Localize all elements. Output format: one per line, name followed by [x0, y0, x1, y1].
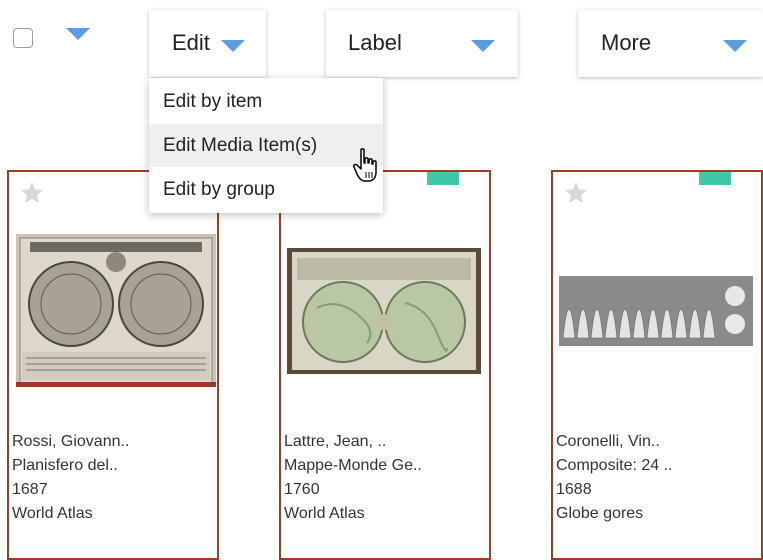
card-type: Globe gores: [556, 505, 644, 522]
select-menu-caret-icon[interactable]: [66, 28, 90, 40]
star-icon[interactable]: [19, 180, 45, 206]
map-thumbnail[interactable]: [16, 234, 216, 387]
more-button[interactable]: More: [578, 10, 763, 77]
status-tag: [427, 172, 459, 185]
label-button[interactable]: Label: [326, 10, 518, 77]
status-tag: [699, 172, 731, 185]
card-date: 1687: [12, 481, 48, 498]
card-date: 1760: [284, 481, 320, 498]
card-type: World Atlas: [12, 505, 93, 522]
edit-dropdown-menu: Edit by item Edit Media Item(s) Edit by …: [149, 78, 383, 213]
chevron-down-icon: [471, 40, 495, 52]
card-type: World Atlas: [284, 505, 365, 522]
media-card[interactable]: Rossi, Giovann.. Planisfero del.. 1687 W…: [7, 170, 219, 560]
card-creator: Coronelli, Vin..: [556, 433, 660, 450]
media-card[interactable]: Lattre, Jean, .. Mappe-Monde Ge.. 1760 W…: [279, 170, 491, 560]
map-thumbnail[interactable]: [559, 276, 753, 346]
menu-item-edit-by-group[interactable]: Edit by group: [149, 168, 383, 211]
edit-button[interactable]: Edit: [149, 10, 266, 77]
card-title: Planisfero del..: [12, 457, 118, 474]
label-button-label: Label: [348, 30, 402, 55]
card-creator: Lattre, Jean, ..: [284, 433, 387, 450]
card-meta: Rossi, Giovann.. Planisfero del.. 1687 W…: [12, 430, 129, 526]
chevron-down-icon: [221, 40, 245, 52]
card-title: Composite: 24 ..: [556, 457, 673, 474]
map-thumbnail[interactable]: [287, 248, 481, 374]
edit-button-label: Edit: [172, 30, 210, 55]
card-creator: Rossi, Giovann..: [12, 433, 130, 450]
card-meta: Lattre, Jean, .. Mappe-Monde Ge.. 1760 W…: [284, 430, 422, 526]
menu-item-edit-by-item[interactable]: Edit by item: [149, 80, 383, 123]
chevron-down-icon: [723, 40, 747, 52]
more-button-label: More: [601, 30, 652, 55]
star-icon[interactable]: [563, 180, 589, 206]
card-title: Mappe-Monde Ge..: [284, 457, 422, 474]
hand-cursor-icon: [353, 148, 377, 182]
menu-item-edit-media-items[interactable]: Edit Media Item(s): [149, 124, 383, 167]
card-date: 1688: [556, 481, 592, 498]
card-meta: Coronelli, Vin.. Composite: 24 .. 1688 G…: [556, 430, 673, 526]
select-all-checkbox[interactable]: [13, 28, 33, 48]
media-card[interactable]: Coronelli, Vin.. Composite: 24 .. 1688 G…: [551, 170, 763, 560]
